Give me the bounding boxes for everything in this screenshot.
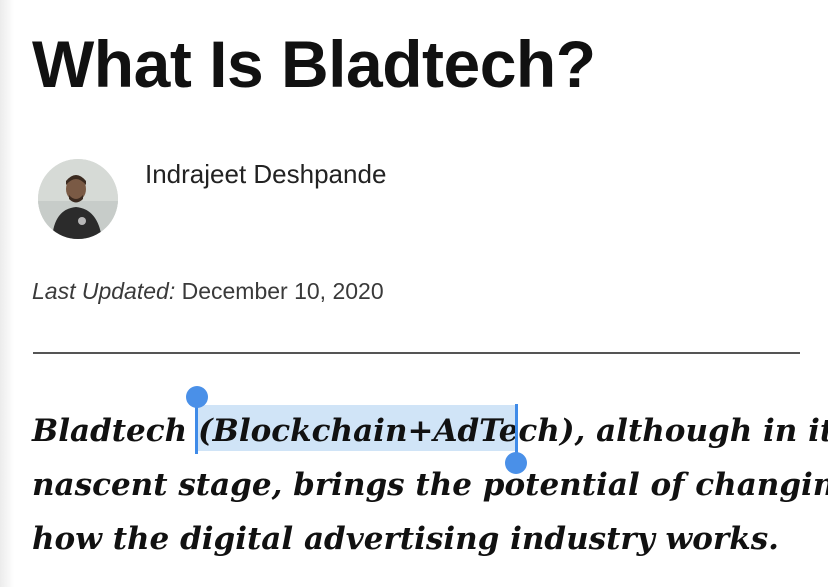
article-title: What Is Bladtech?: [32, 27, 596, 101]
selection-start-caret: [195, 402, 198, 454]
page-edge-shadow: [0, 0, 14, 587]
lead-line: how the digital advertising industry wor…: [32, 521, 779, 557]
last-updated: Last Updated: December 10, 2020: [32, 276, 384, 306]
divider: [33, 352, 800, 354]
author-photo-icon: [38, 159, 118, 239]
author-avatar[interactable]: [38, 159, 118, 239]
lead-line: nascent stage, brings the potential of c…: [32, 467, 828, 503]
lead-paragraph[interactable]: Bladtech (Blockchain+AdTech), although i…: [32, 404, 828, 566]
author-name[interactable]: Indrajeet Deshpande: [145, 159, 386, 189]
selection-start-handle[interactable]: [186, 386, 208, 408]
lead-line: Bladtech (Blockchain+AdTech), although i…: [32, 413, 828, 449]
last-updated-label: Last Updated:: [32, 278, 176, 304]
selection-end-handle[interactable]: [505, 452, 527, 474]
last-updated-date: December 10, 2020: [181, 278, 384, 304]
